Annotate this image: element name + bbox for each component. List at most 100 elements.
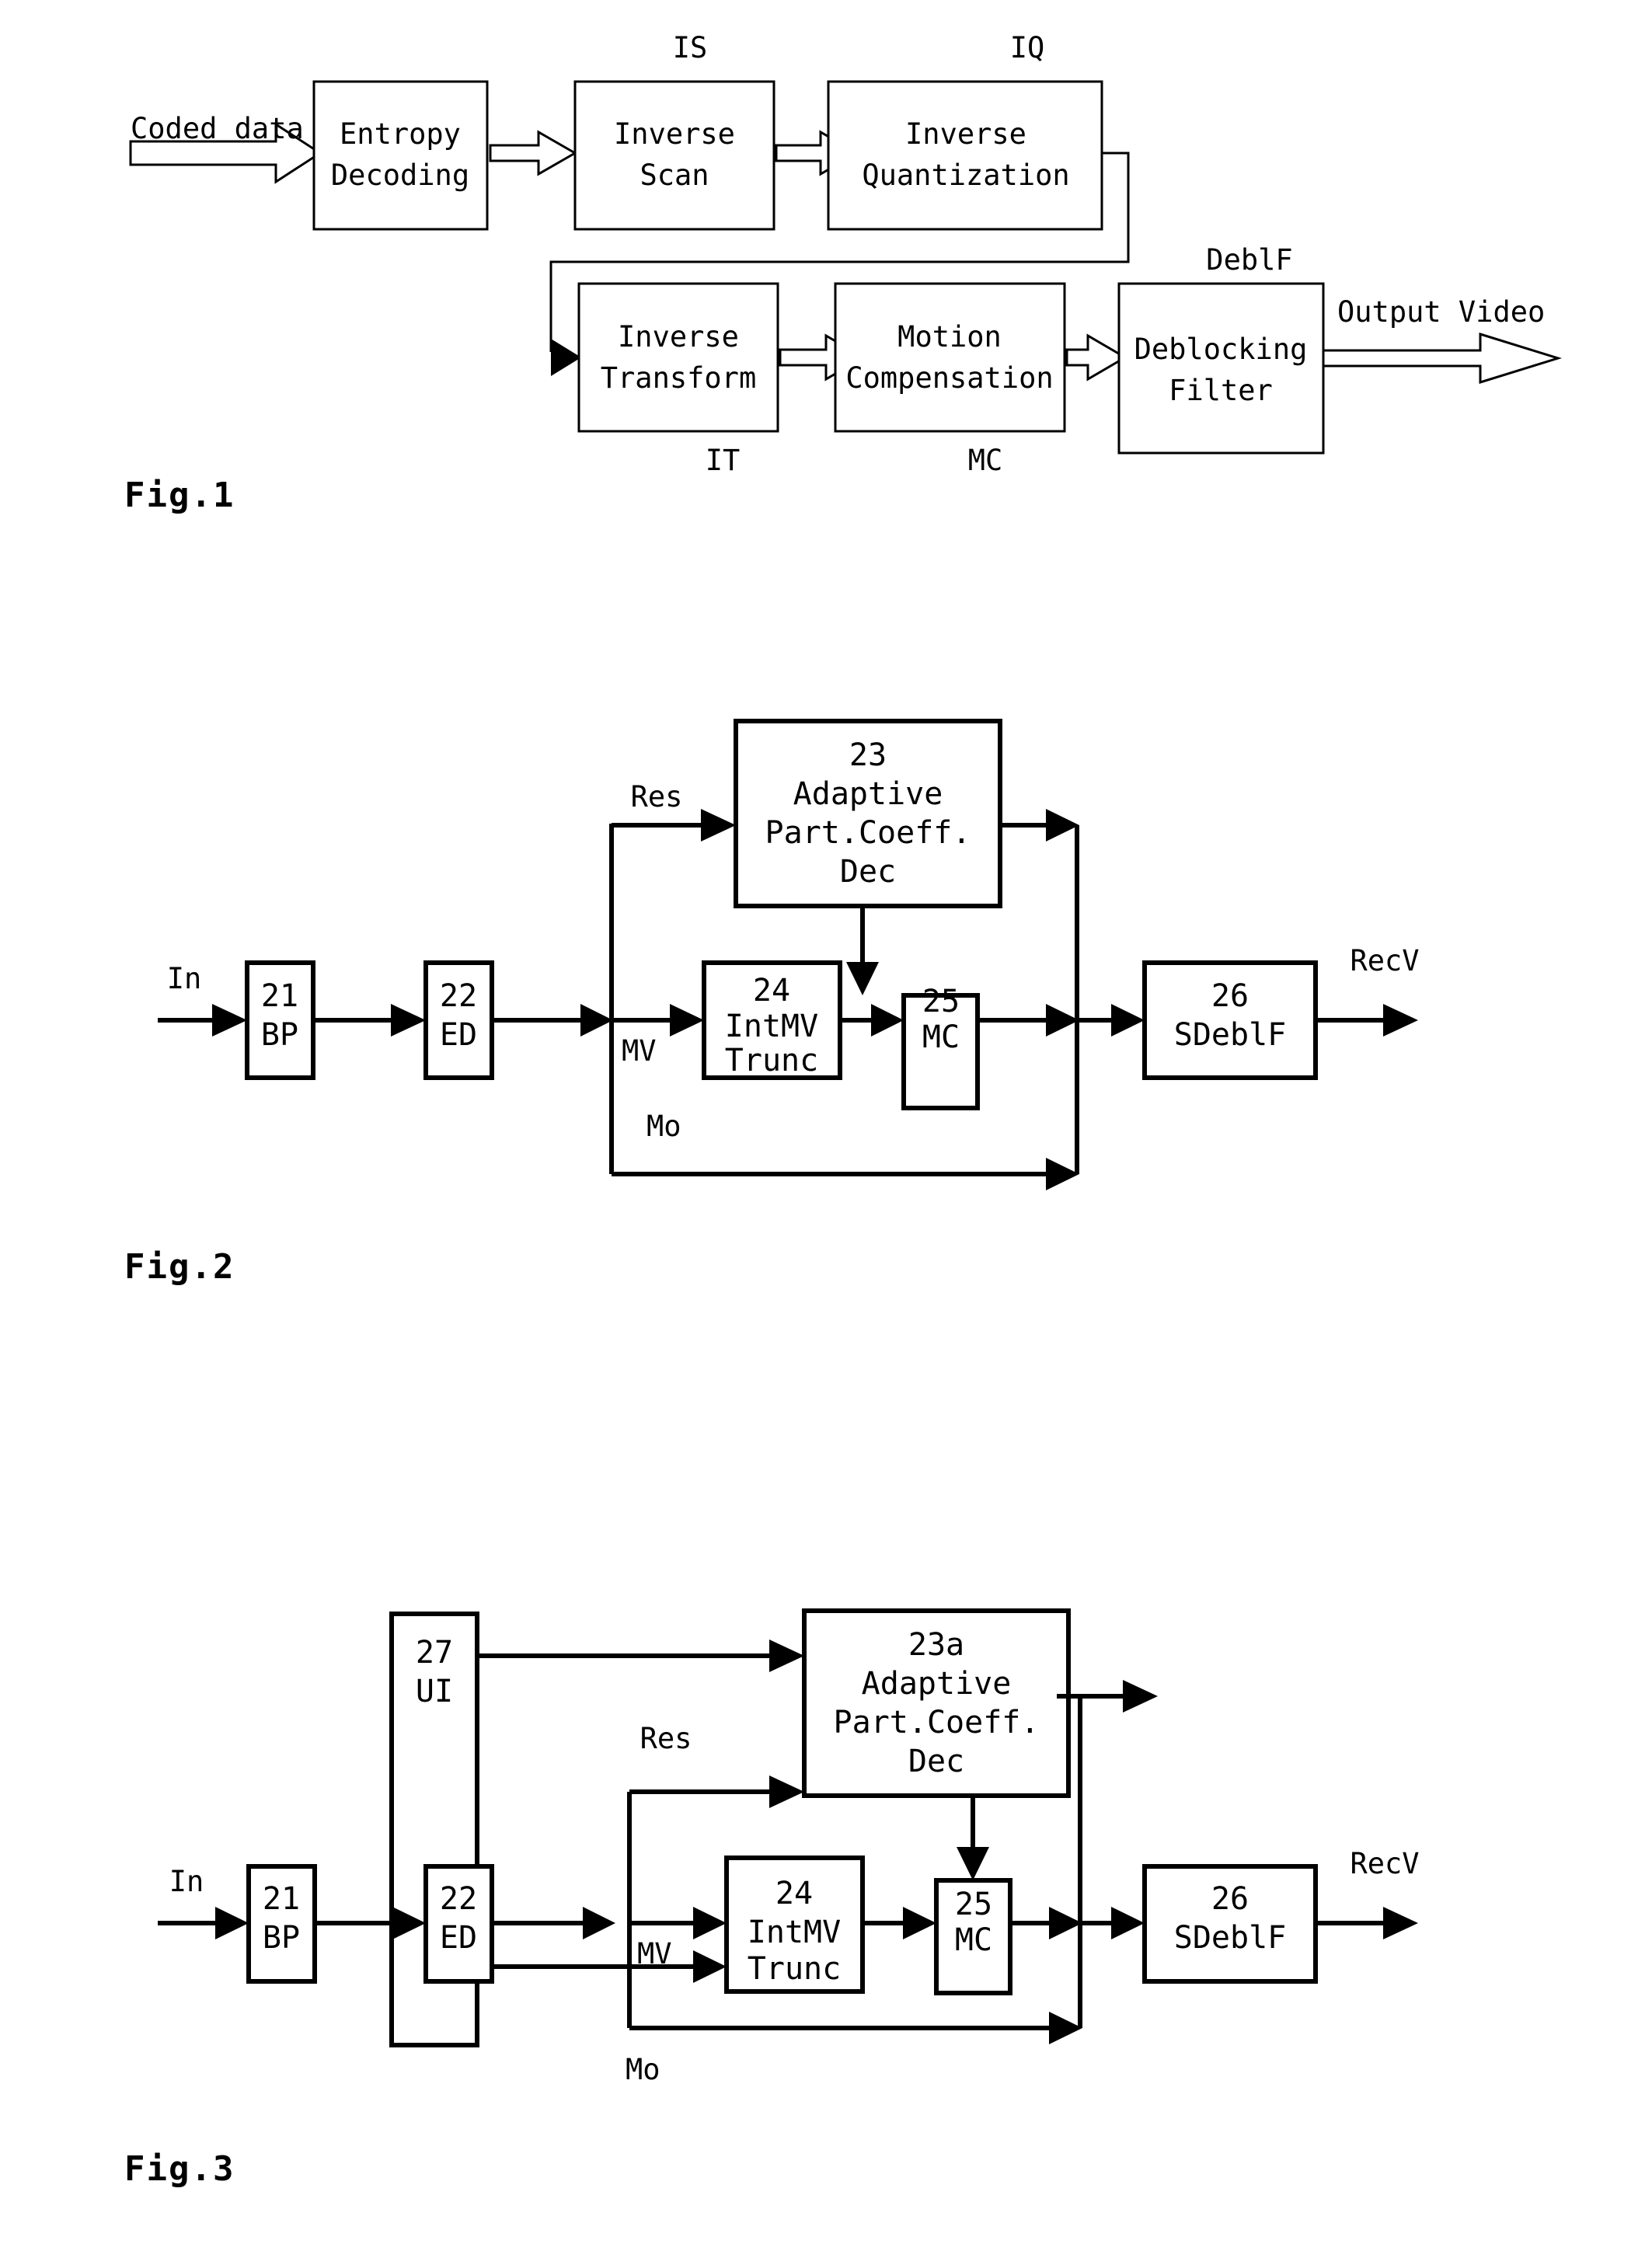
fig2-mo-label: Mo [647,1110,681,1143]
fig3-arrowhead-apcd-to-mc [957,1847,989,1880]
fig3-intmv-l1: IntMV [748,1915,841,1950]
fig1-output-video-label: Output Video [1337,295,1545,329]
fig2-arrowhead-intmv-to-mc [871,1004,904,1037]
fig3-in-arrowhead [215,1907,249,1939]
fig2-arrowhead-bp-to-ed [391,1004,426,1037]
fig3-arrowhead-ui-to-apcd [769,1639,804,1672]
fig1-inverse-scan-line2: Scan [640,159,709,192]
fig3-apcd-l3: Dec [908,1744,964,1779]
fig1-box-inverse-quantization [827,80,1103,231]
fig2-arrowhead-bus-to-sdeblf [1111,1004,1145,1037]
fig3-arrowhead-ui-to-intmv [693,1950,727,1983]
fig2-arrowhead-apcd-to-mc [846,962,879,995]
fig3-mv-label: MV [637,1937,672,1970]
fig3-arrowhead-bus-to-sdeblf [1111,1907,1145,1939]
fig2-intmv-l1: IntMV [725,1009,818,1044]
fig2-arrowhead-mv-to-intmv [670,1004,704,1037]
fig3-in-label: In [169,1865,204,1898]
fig3-mo-label: Mo [626,2053,660,2086]
fig3-arrowhead-intmv-to-mc [903,1907,936,1939]
fig1-output-video-arrow [1322,332,1563,385]
fig2-in-label: In [167,962,202,995]
fig2-mc-name: MC [922,1019,960,1055]
fig1-box-entropy-decoding [312,80,489,231]
fig2-in-arrowhead [212,1004,247,1037]
fig1-inverse-transform-line2: Transform [601,361,756,395]
fig1-box-inverse-scan [573,80,775,231]
fig3-arrowhead-mc-to-bus [1049,1907,1082,1939]
fig2-intmv-l2: Trunc [725,1043,818,1078]
fig1-coded-data-label: Coded data [131,112,304,145]
figure-sheet: Coded data Entropy Decoding Inverse Scan… [0,0,1652,2251]
fig1-tag-deblf: DeblF [1206,243,1292,277]
fig3-apcd-l2: Part.Coeff. [834,1705,1040,1741]
fig3-mc-num: 25 [955,1887,992,1922]
fig2-arrowhead-ed-to-branch [580,1004,613,1037]
fig3-bp-num: 21 [263,1881,300,1917]
fig2-mc-num: 25 [922,984,960,1019]
fig3-arrowhead-res [769,1775,804,1808]
fig3-ui-num: 27 [416,1635,453,1671]
fig1-tag-mc: MC [968,444,1003,477]
fig3-ui-name: UI [416,1674,453,1709]
fig3-arrowhead-apcd-to-bus [1123,1680,1158,1713]
fig1-box-motion-compensation [834,282,1066,433]
fig3-intmv-num: 24 [775,1876,813,1911]
fig2-arrowhead-recv [1383,1004,1418,1037]
fig1-inverse-scan-line1: Inverse [614,117,735,151]
fig1-deblocking-filter-line1: Deblocking [1134,333,1308,366]
fig3-mc-name: MC [955,1922,992,1958]
fig2-arrowhead-mo [1046,1158,1079,1190]
fig2-apcd-num: 23 [849,737,887,773]
fig2-apcd-l1: Adaptive [793,776,943,812]
fig3-caption: Fig.3 [124,2149,235,2189]
fig2-caption: Fig.2 [124,1247,235,1287]
fig1-arrow-mc-to-deblf [1065,333,1127,382]
figure-2: In 21 BP 22 ED Res MV Mo 23 Adaptive Par… [124,719,1420,1287]
fig3-intmv-l2: Trunc [748,1951,841,1987]
figure-3: 27 UI In 21 BP 22 ED Res MV Mo 23a Adapt… [124,1608,1420,2189]
fig3-apcd-num: 23a [908,1627,964,1663]
fig2-bp-num: 21 [261,978,298,1014]
fig3-res-label: Res [640,1722,692,1755]
fig1-arrow-ed-to-is [489,130,578,176]
fig3-arrowhead-recv [1383,1907,1418,1939]
fig1-inverse-quantization-line2: Quantization [862,159,1069,192]
fig3-arrowhead-mv-to-intmv [693,1907,727,1939]
fig2-sdeblf-num: 26 [1211,978,1249,1014]
fig2-arrowhead-res [701,809,736,842]
fig1-feedback-arrowhead [551,339,581,376]
fig2-recv-label: RecV [1350,944,1419,977]
fig1-entropy-decoding-line2: Decoding [331,159,469,192]
fig3-recv-label: RecV [1350,1847,1419,1880]
fig3-sdeblf-name: SDeblF [1174,1920,1287,1956]
fig3-arrowhead-mo [1049,2012,1082,2044]
fig2-intmv-num: 24 [753,973,790,1009]
fig1-motion-compensation-line1: Motion [897,320,1002,354]
fig2-mv-label: MV [622,1034,657,1068]
fig2-apcd-l3: Dec [840,854,896,890]
figure-1: Coded data Entropy Decoding Inverse Scan… [124,31,1563,515]
fig2-arrowhead-apcd-to-bus [1046,809,1079,842]
fig3-sdeblf-num: 26 [1211,1881,1249,1917]
fig1-entropy-decoding-line1: Entropy [340,117,461,151]
fig3-apcd-l1: Adaptive [862,1666,1012,1702]
fig1-tag-iq: IQ [1010,31,1045,64]
fig2-ed-num: 22 [440,978,477,1014]
fig1-box-inverse-transform [577,282,779,433]
fig1-tag-it: IT [706,444,741,477]
fig1-box-deblocking-filter [1117,282,1325,455]
fig1-motion-compensation-line2: Compensation [845,361,1053,395]
fig3-bp-name: BP [263,1920,300,1956]
fig1-inverse-transform-line1: Inverse [618,320,739,354]
fig3-ed-name: ED [440,1920,477,1956]
fig2-res-label: Res [631,780,683,814]
fig2-arrowhead-mc-to-bus [1046,1004,1079,1037]
fig3-arrowhead-ed-to-branch [583,1907,615,1939]
patent-figures-svg: Coded data Entropy Decoding Inverse Scan… [124,31,1563,2189]
fig2-bp-name: BP [261,1017,298,1053]
fig1-tag-is: IS [673,31,708,64]
fig1-inverse-quantization-line1: Inverse [905,117,1026,151]
fig2-sdeblf-name: SDeblF [1174,1017,1287,1053]
fig2-apcd-l2: Part.Coeff. [765,815,971,851]
